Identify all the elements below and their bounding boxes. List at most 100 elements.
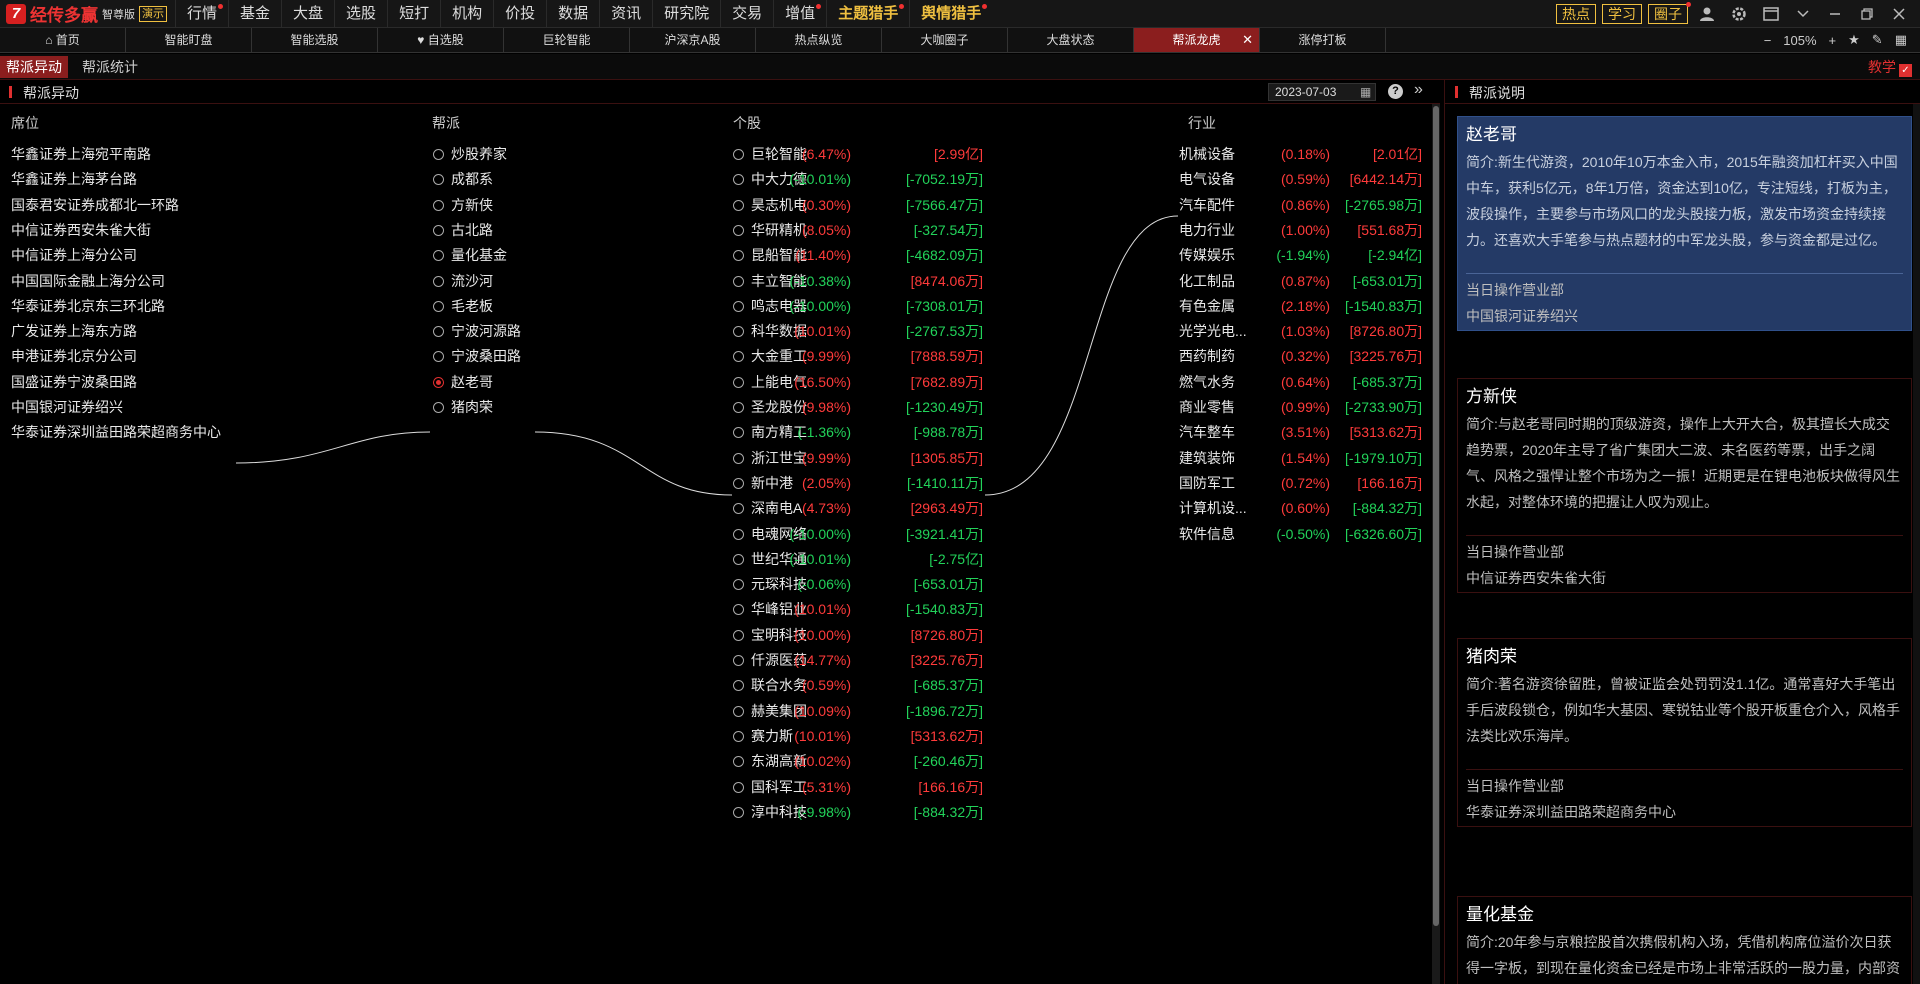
grid-icon[interactable]: ▦	[1890, 32, 1912, 48]
industry-row[interactable]: 商业零售 (0.99%) [-2733.90万]	[1179, 397, 1422, 417]
radio-button[interactable]	[733, 402, 744, 413]
scrollbar-thumb[interactable]	[1433, 106, 1439, 926]
radio-button[interactable]	[733, 326, 744, 338]
seat-row[interactable]: 华泰证券深圳益田路荣超商务中心	[11, 422, 221, 442]
menu-item-5[interactable]: 机构	[440, 0, 493, 28]
radio-button[interactable]	[733, 503, 744, 515]
industry-row[interactable]: 建筑装饰 (1.54%) [-1979.10万]	[1179, 448, 1422, 468]
gang-row[interactable]: 古北路	[433, 220, 493, 240]
radio-button[interactable]	[433, 402, 444, 413]
gang-card[interactable]: 量化基金 简介:20年参与京粮控股首次携假机构入场，凭借机构席位溢价次日获得一字板…	[1457, 896, 1912, 984]
stock-row[interactable]: 赛力斯 (10.01%) [5313.62万]	[733, 726, 983, 746]
industry-row[interactable]: 汽车整车 (3.51%) [5313.62万]	[1179, 422, 1422, 442]
radio-button[interactable]	[433, 351, 444, 363]
radio-button[interactable]	[733, 579, 744, 591]
menu-item-10[interactable]: 交易	[720, 0, 773, 28]
radio-button[interactable]	[733, 477, 744, 489]
tab-julun[interactable]: 巨轮智能	[504, 28, 630, 52]
tab-watchlist[interactable]: ♥ 自选股	[378, 28, 504, 52]
stock-row[interactable]: 华研精机 (8.05%) [-327.54万]	[733, 220, 983, 240]
seat-row[interactable]: 广发证券上海东方路	[11, 321, 137, 341]
help-icon[interactable]: ?	[1388, 84, 1403, 99]
radio-button[interactable]	[433, 376, 444, 388]
gang-row[interactable]: 猪肉荣	[433, 397, 493, 417]
seat-row[interactable]: 国泰君安证券成都北一环路	[11, 195, 179, 215]
industry-row[interactable]: 西药制药 (0.32%) [3225.76万]	[1179, 346, 1422, 366]
stock-row[interactable]: 圣龙股份 (9.98%) [-1230.49万]	[733, 397, 983, 417]
tab-smart-watch[interactable]: 智能盯盘	[126, 28, 252, 52]
radio-button[interactable]	[733, 427, 744, 439]
gang-row[interactable]: 毛老板	[433, 296, 493, 316]
hot-button[interactable]: 热点	[1556, 4, 1596, 24]
stock-row[interactable]: 昆船智能 (11.40%) [-4682.09万]	[733, 245, 983, 265]
stock-row[interactable]: 昊志机电 (0.30%) [-7566.47万]	[733, 195, 983, 215]
industry-row[interactable]: 电气设备 (0.59%) [6442.14万]	[1179, 169, 1422, 189]
info-scrollbar[interactable]	[1913, 104, 1920, 984]
menu-item-7[interactable]: 数据	[546, 0, 599, 28]
radio-button[interactable]	[433, 300, 444, 312]
radio-button[interactable]	[733, 250, 744, 262]
stock-row[interactable]: 南方精工 (-1.36%) [-988.78万]	[733, 422, 983, 442]
stock-row[interactable]: 电魂网络 (-10.00%) [-3921.41万]	[733, 524, 983, 544]
industry-row[interactable]: 电力行业 (1.00%) [551.68万]	[1179, 220, 1422, 240]
expand-icon[interactable]: »	[1414, 81, 1423, 99]
menu-item-0[interactable]: 行情	[175, 0, 228, 28]
industry-row[interactable]: 计算机设... (0.60%) [-884.32万]	[1179, 498, 1422, 518]
radio-button[interactable]	[433, 149, 444, 160]
stock-row[interactable]: 科华数据 (10.01%) [-2767.53万]	[733, 321, 983, 341]
gang-row[interactable]: 炒股养家	[433, 144, 507, 164]
seat-row[interactable]: 中信证券西安朱雀大街	[11, 220, 151, 240]
window-layout-icon[interactable]	[1758, 1, 1784, 27]
user-icon[interactable]	[1694, 1, 1720, 27]
industry-row[interactable]: 软件信息 (-0.50%) [-6326.60万]	[1179, 524, 1422, 544]
gang-row[interactable]: 方新侠	[433, 195, 493, 215]
gang-row[interactable]: 宁波河源路	[433, 321, 521, 341]
seat-row[interactable]: 中国国际金融上海分公司	[11, 271, 165, 291]
radio-button[interactable]	[733, 275, 744, 287]
tab-hot-overview[interactable]: 热点纵览	[756, 28, 882, 52]
stock-row[interactable]: 深南电A (4.73%) [2963.49万]	[733, 498, 983, 518]
gang-card[interactable]: 猪肉荣 简介:著名游资徐留胜，曾被证监会处罚罚没1.1亿。通常喜好大手笔出手后波段…	[1457, 638, 1912, 827]
subtab-gang-stats[interactable]: 帮派统计	[76, 56, 144, 78]
calendar-icon[interactable]: ▦	[1360, 85, 1371, 99]
menu-item-6[interactable]: 价投	[493, 0, 546, 28]
stock-row[interactable]: 淳中科技 (-9.98%) [-884.32万]	[733, 802, 983, 822]
restore-icon[interactable]	[1854, 1, 1880, 27]
stock-row[interactable]: 鸣志电器 (-10.00%) [-7308.01万]	[733, 296, 983, 316]
tab-smart-pick[interactable]: 智能选股	[252, 28, 378, 52]
menu-item-2[interactable]: 大盘	[281, 0, 334, 28]
gear-icon[interactable]	[1726, 1, 1752, 27]
radio-button[interactable]	[733, 705, 744, 717]
stock-row[interactable]: 赫美集团 (10.09%) [-1896.72万]	[733, 701, 983, 721]
radio-button[interactable]	[433, 224, 444, 236]
radio-button[interactable]	[733, 655, 744, 666]
radio-button[interactable]	[733, 680, 744, 692]
radio-button[interactable]	[433, 199, 444, 211]
menu-item-8[interactable]: 资讯	[599, 0, 652, 28]
menu-item-11[interactable]: 增值	[773, 0, 826, 28]
menu-item-12[interactable]: 主题猎手	[826, 0, 909, 28]
stock-row[interactable]: 浙江世宝 (9.99%) [1305.85万]	[733, 448, 983, 468]
tab-gang-dragon[interactable]: 帮派龙虎 ✕	[1134, 28, 1260, 52]
radio-button[interactable]	[733, 528, 744, 540]
gang-row[interactable]: 流沙河	[433, 271, 493, 291]
stock-row[interactable]: 巨轮智能 (6.47%) [2.99亿]	[733, 144, 983, 164]
industry-row[interactable]: 光学光电... (1.03%) [8726.80万]	[1179, 321, 1422, 341]
gang-row[interactable]: 赵老哥	[433, 372, 493, 392]
minimize-icon[interactable]	[1822, 1, 1848, 27]
pin-icon[interactable]: ✎	[1867, 32, 1888, 48]
stock-row[interactable]: 元琛科技 (-0.06%) [-653.01万]	[733, 574, 983, 594]
stock-row[interactable]: 东湖高新 (10.02%) [-260.46万]	[733, 751, 983, 771]
gang-card[interactable]: 赵老哥 简介:新生代游资，2010年10万本金入市，2015年融资加杠杆买入中国中…	[1457, 116, 1912, 331]
seat-row[interactable]: 中信证券上海分公司	[11, 245, 137, 265]
radio-button[interactable]	[733, 199, 744, 211]
learn-button[interactable]: 学习	[1602, 4, 1642, 24]
gang-card[interactable]: 方新侠 简介:与赵老哥同时期的顶级游资，操作上大开大合，极其擅长大成交趋势票，20…	[1457, 378, 1912, 593]
tab-a-shares[interactable]: 沪深京A股	[630, 28, 756, 52]
seat-row[interactable]: 申港证券北京分公司	[11, 346, 137, 366]
tab-big-circle[interactable]: 大咖圈子	[882, 28, 1008, 52]
zoom-out-button[interactable]: −	[1759, 33, 1777, 48]
stock-row[interactable]: 丰立智能 (-10.38%) [8474.06万]	[733, 271, 983, 291]
gang-row[interactable]: 量化基金	[433, 245, 507, 265]
stock-row[interactable]: 联合水务 (0.59%) [-685.37万]	[733, 675, 983, 695]
